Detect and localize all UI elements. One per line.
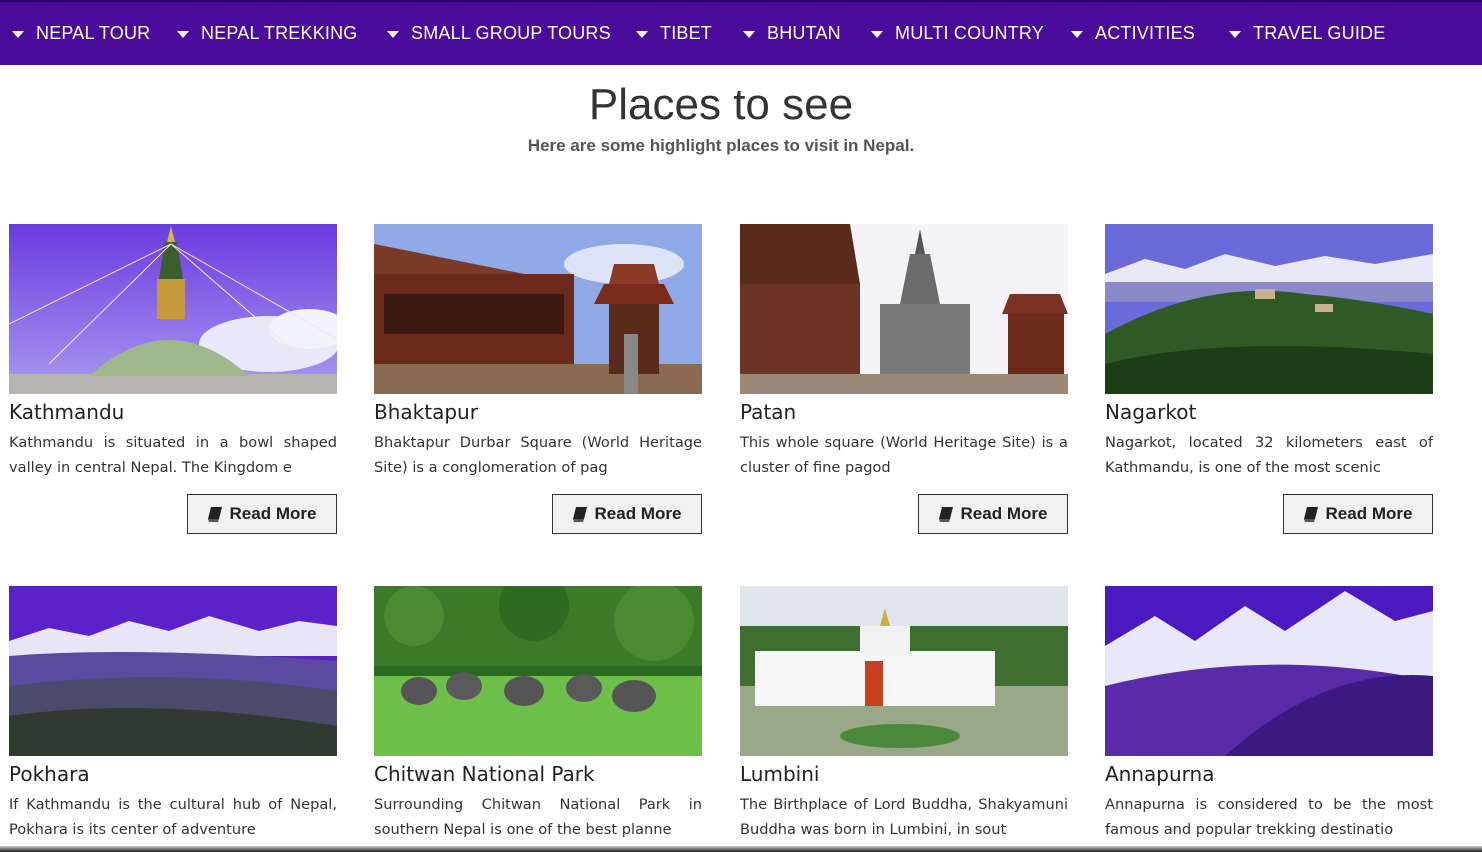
place-title[interactable]: Pokhara	[9, 761, 90, 787]
place-description: Bhaktapur Durbar Square (World Heritage …	[374, 434, 702, 476]
nav-bhutan[interactable]: BHUTAN	[743, 2, 841, 65]
book-icon	[572, 506, 587, 522]
place-description: This whole square (World Heritage Site) …	[740, 434, 1068, 476]
read-more-button[interactable]: Read More	[918, 494, 1068, 534]
boudhanath-stupa-photo[interactable]	[9, 224, 337, 394]
place-description: Kathmandu is situated in a bowl shaped v…	[9, 434, 337, 476]
chitwan-elephants-photo[interactable]	[374, 586, 702, 756]
section-title: Places to see	[588, 80, 854, 129]
bottom-edge	[0, 846, 1482, 852]
place-description: Surrounding Chitwan National Park in sou…	[374, 796, 702, 838]
caret-down-icon	[12, 31, 24, 38]
place-title[interactable]: Chitwan National Park	[374, 761, 595, 787]
place-title[interactable]: Lumbini	[740, 761, 819, 787]
nav-multi-country[interactable]: MULTI COUNTRY	[871, 2, 1044, 65]
caret-down-icon	[177, 31, 189, 38]
annapurna-peaks-photo[interactable]	[1105, 586, 1433, 756]
place-title[interactable]: Bhaktapur	[374, 399, 478, 425]
read-more-button[interactable]: Read More	[1283, 494, 1433, 534]
main-nav-bar: NEPAL TOUR NEPAL TREKKING SMALL GROUP TO…	[0, 0, 1482, 65]
pokhara-mountains-photo[interactable]	[9, 586, 337, 756]
caret-down-icon	[1071, 31, 1083, 38]
book-icon	[1303, 506, 1318, 522]
nav-small-group-tours[interactable]: SMALL GROUP TOURS	[387, 2, 611, 65]
caret-down-icon	[387, 31, 399, 38]
nav-tibet[interactable]: TIBET	[636, 2, 712, 65]
caret-down-icon	[743, 31, 755, 38]
read-more-button[interactable]: Read More	[552, 494, 702, 534]
nagarkot-hills-photo[interactable]	[1105, 224, 1433, 394]
place-description: Nagarkot, located 32 kilometers east of …	[1105, 434, 1433, 476]
section-subtitle: Here are some highlight places to visit …	[527, 136, 915, 155]
place-description: The Birthplace of Lord Buddha, Shakyamun…	[740, 796, 1068, 838]
bhaktapur-durbar-square-photo[interactable]	[374, 224, 702, 394]
place-title[interactable]: Annapurna	[1105, 761, 1214, 787]
caret-down-icon	[1229, 31, 1241, 38]
patan-temples-photo[interactable]	[740, 224, 1068, 394]
nav-activities[interactable]: ACTIVITIES	[1071, 2, 1195, 65]
book-icon	[938, 506, 953, 522]
nav-nepal-trekking[interactable]: NEPAL TREKKING	[177, 2, 358, 65]
lumbini-temple-photo[interactable]	[740, 586, 1068, 756]
caret-down-icon	[871, 31, 883, 38]
book-icon	[207, 506, 222, 522]
nav-nepal-tour[interactable]: NEPAL TOUR	[12, 2, 150, 65]
place-description: Annapurna is considered to be the most f…	[1105, 796, 1433, 838]
place-title[interactable]: Nagarkot	[1105, 399, 1196, 425]
caret-down-icon	[636, 31, 648, 38]
read-more-button[interactable]: Read More	[187, 494, 337, 534]
place-title[interactable]: Kathmandu	[9, 399, 124, 425]
place-title[interactable]: Patan	[740, 399, 796, 425]
place-description: If Kathmandu is the cultural hub of Nepa…	[9, 796, 337, 838]
nav-travel-guide[interactable]: TRAVEL GUIDE	[1229, 2, 1385, 65]
